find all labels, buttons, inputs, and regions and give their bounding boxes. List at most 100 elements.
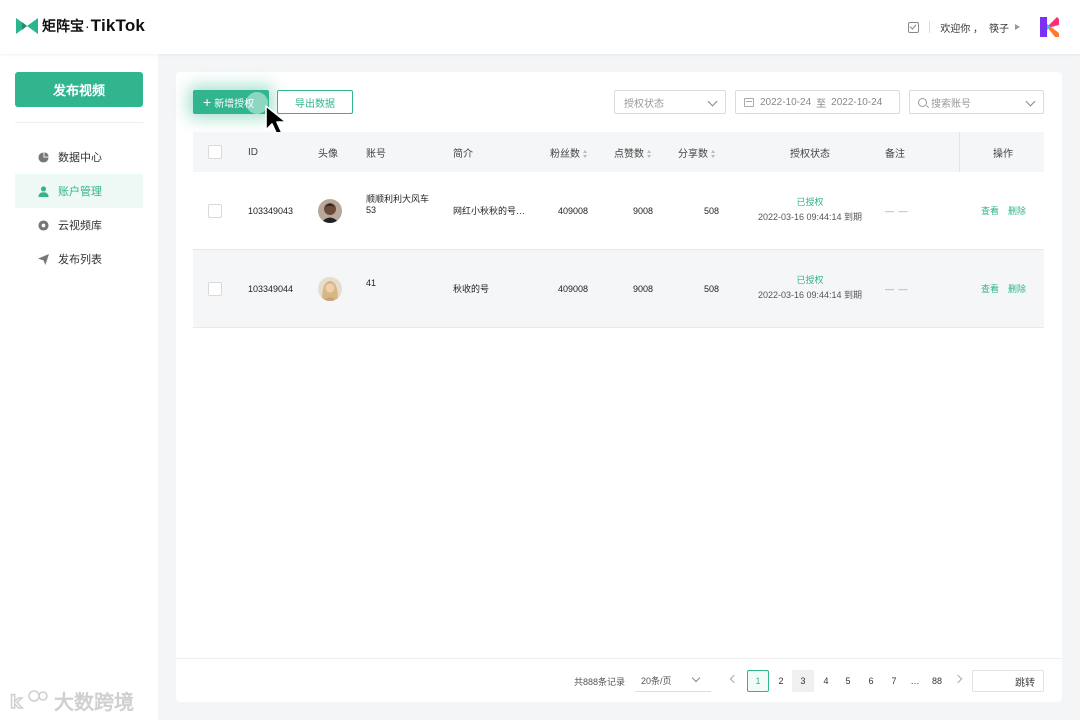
accounts-table: ID 头像 账号 简介 粉丝数 点赞数 分享数 授权状态 备注 操作 10334… — [193, 132, 1044, 328]
sidebar-item-label: 云视频库 — [58, 220, 102, 232]
col-avatar: 头像 — [318, 148, 338, 160]
total-records: 共888条记录 — [574, 676, 626, 687]
cell-intro: 秋收的号 — [453, 284, 490, 294]
send-icon — [38, 253, 49, 265]
col-shares-label: 分享数 — [678, 148, 708, 160]
page-button-1[interactable]: 1 — [747, 670, 769, 692]
sidebar-item-cloud-video[interactable]: 云视频库 — [15, 208, 143, 242]
col-id: ID — [248, 146, 258, 158]
view-link[interactable]: 查看 — [981, 204, 999, 217]
page-button-6[interactable]: 6 — [860, 670, 882, 692]
page-ellipsis[interactable]: … — [904, 670, 926, 692]
col-fans-label: 粉丝数 — [550, 148, 580, 160]
account-search-select[interactable]: 搜索账号 — [909, 90, 1044, 114]
sidebar-item-data-center[interactable]: 数据中心 — [15, 140, 143, 174]
divider — [959, 132, 960, 172]
date-range-picker[interactable]: 2022-10-24 至 2022-10-24 — [735, 90, 900, 114]
avatar-man-icon — [318, 199, 342, 223]
col-fans[interactable]: 粉丝数 — [550, 145, 588, 160]
cell-shares: 508 — [704, 205, 720, 216]
col-auth-status: 授权状态 — [790, 148, 830, 160]
chevron-down-icon — [691, 673, 701, 683]
page-size-select[interactable]: 20条/页 — [635, 670, 711, 692]
auth-status-select[interactable]: 授权状态 — [614, 90, 726, 114]
cell-remark: — — — [885, 205, 909, 216]
cell-account-line1: 41 — [366, 278, 377, 288]
search-placeholder: 搜索账号 — [931, 98, 971, 110]
cell-id: 103349044 — [248, 283, 294, 294]
table-row: 103349043 顺顺利利大风车 53 网红小秋秋的号… 409008 900… — [193, 172, 1044, 250]
col-account: 账号 — [366, 148, 386, 160]
cell-shares: 508 — [704, 283, 720, 294]
watermark-text: 大数跨境 — [54, 692, 134, 714]
user-avatar[interactable] — [1038, 16, 1060, 38]
plus-icon: + — [203, 94, 212, 110]
chevron-down-icon — [707, 96, 718, 107]
table-row: 103349044 41 秋收的号 409008 9008 508 已授权 20… — [193, 250, 1044, 328]
expiry-text: 2022-03-16 09:44:14 到期 — [757, 290, 863, 300]
sidebar-nav: 数据中心 账户管理 云视频库 发布列表 — [15, 140, 143, 276]
col-actions: 操作 — [993, 148, 1013, 160]
avatar — [318, 277, 342, 301]
chevron-down-icon — [1025, 96, 1036, 107]
prev-page-icon[interactable] — [729, 674, 739, 684]
brand-tiktok: TikTok — [90, 16, 146, 35]
row-checkbox[interactable] — [208, 204, 222, 218]
cell-fans: 409008 — [558, 283, 589, 294]
top-bar: 矩阵宝 · TikTok 欢迎你 ， 筷子 — [0, 0, 1080, 54]
next-page-icon[interactable] — [953, 674, 963, 684]
page-button-3[interactable]: 3 — [792, 670, 814, 692]
cell-auth-status: 已授权 2022-03-16 09:44:14 到期 — [750, 273, 870, 301]
brand-logo[interactable]: 矩阵宝 · TikTok — [16, 14, 145, 38]
table-header: ID 头像 账号 简介 粉丝数 点赞数 分享数 授权状态 备注 操作 — [193, 132, 1044, 172]
cell-remark: — — — [885, 283, 909, 294]
jump-to-page-input[interactable]: 跳转 — [972, 670, 1044, 692]
col-remark: 备注 — [885, 148, 905, 160]
cell-intro: 网红小秋秋的号… — [453, 206, 526, 216]
task-check-icon[interactable] — [908, 21, 920, 33]
brand-name: 矩阵宝 — [42, 18, 84, 34]
user-icon — [38, 185, 49, 197]
pie-chart-icon — [38, 151, 49, 163]
sort-icon — [711, 149, 716, 158]
sidebar-item-label: 数据中心 — [58, 152, 102, 164]
avatar — [318, 199, 342, 223]
status-badge: 已授权 — [796, 197, 824, 207]
watermark-logo-icon: k — [10, 689, 48, 713]
page-button-4[interactable]: 4 — [815, 670, 837, 692]
page-button-2[interactable]: 2 — [770, 670, 792, 692]
page-size-value: 20条/页 — [641, 676, 672, 686]
sidebar-item-label: 账户管理 — [58, 186, 102, 198]
select-all-checkbox[interactable] — [208, 145, 222, 159]
publish-video-button[interactable]: 发布视频 — [15, 72, 143, 107]
sidebar: 发布视频 数据中心 账户管理 云视频库 发布列表 — [0, 54, 158, 720]
page-button-5[interactable]: 5 — [837, 670, 859, 692]
cell-account: 41 — [366, 278, 446, 289]
divider — [15, 122, 143, 123]
expiry-text: 2022-03-16 09:44:14 到期 — [757, 212, 863, 222]
view-link[interactable]: 查看 — [981, 282, 999, 295]
page-button-88[interactable]: 88 — [926, 670, 948, 692]
search-icon — [918, 97, 927, 107]
matrix-logo-icon — [16, 18, 38, 34]
sidebar-item-publish-list[interactable]: 发布列表 — [15, 242, 143, 276]
page-button-7[interactable]: 7 — [883, 670, 905, 692]
date-end: 2022-10-24 — [831, 96, 883, 108]
row-checkbox[interactable] — [208, 282, 222, 296]
col-likes[interactable]: 点赞数 — [614, 145, 652, 160]
sidebar-item-label: 发布列表 — [58, 254, 102, 266]
username[interactable]: 筷子 — [989, 20, 1009, 35]
cell-id: 103349043 — [248, 205, 294, 216]
delete-link[interactable]: 删除 — [1008, 282, 1026, 295]
cell-account-line2: 53 — [366, 205, 377, 215]
auth-status-placeholder: 授权状态 — [624, 98, 664, 110]
delete-link[interactable]: 删除 — [1008, 204, 1026, 217]
col-shares[interactable]: 分享数 — [678, 145, 716, 160]
col-intro: 简介 — [453, 148, 473, 160]
watermark: k 大数跨境 — [10, 686, 134, 715]
sidebar-item-account-management[interactable]: 账户管理 — [15, 174, 143, 208]
caret-right-icon[interactable] — [1015, 24, 1020, 30]
calendar-icon — [744, 97, 754, 107]
sort-icon — [647, 149, 652, 158]
divider — [929, 21, 931, 33]
